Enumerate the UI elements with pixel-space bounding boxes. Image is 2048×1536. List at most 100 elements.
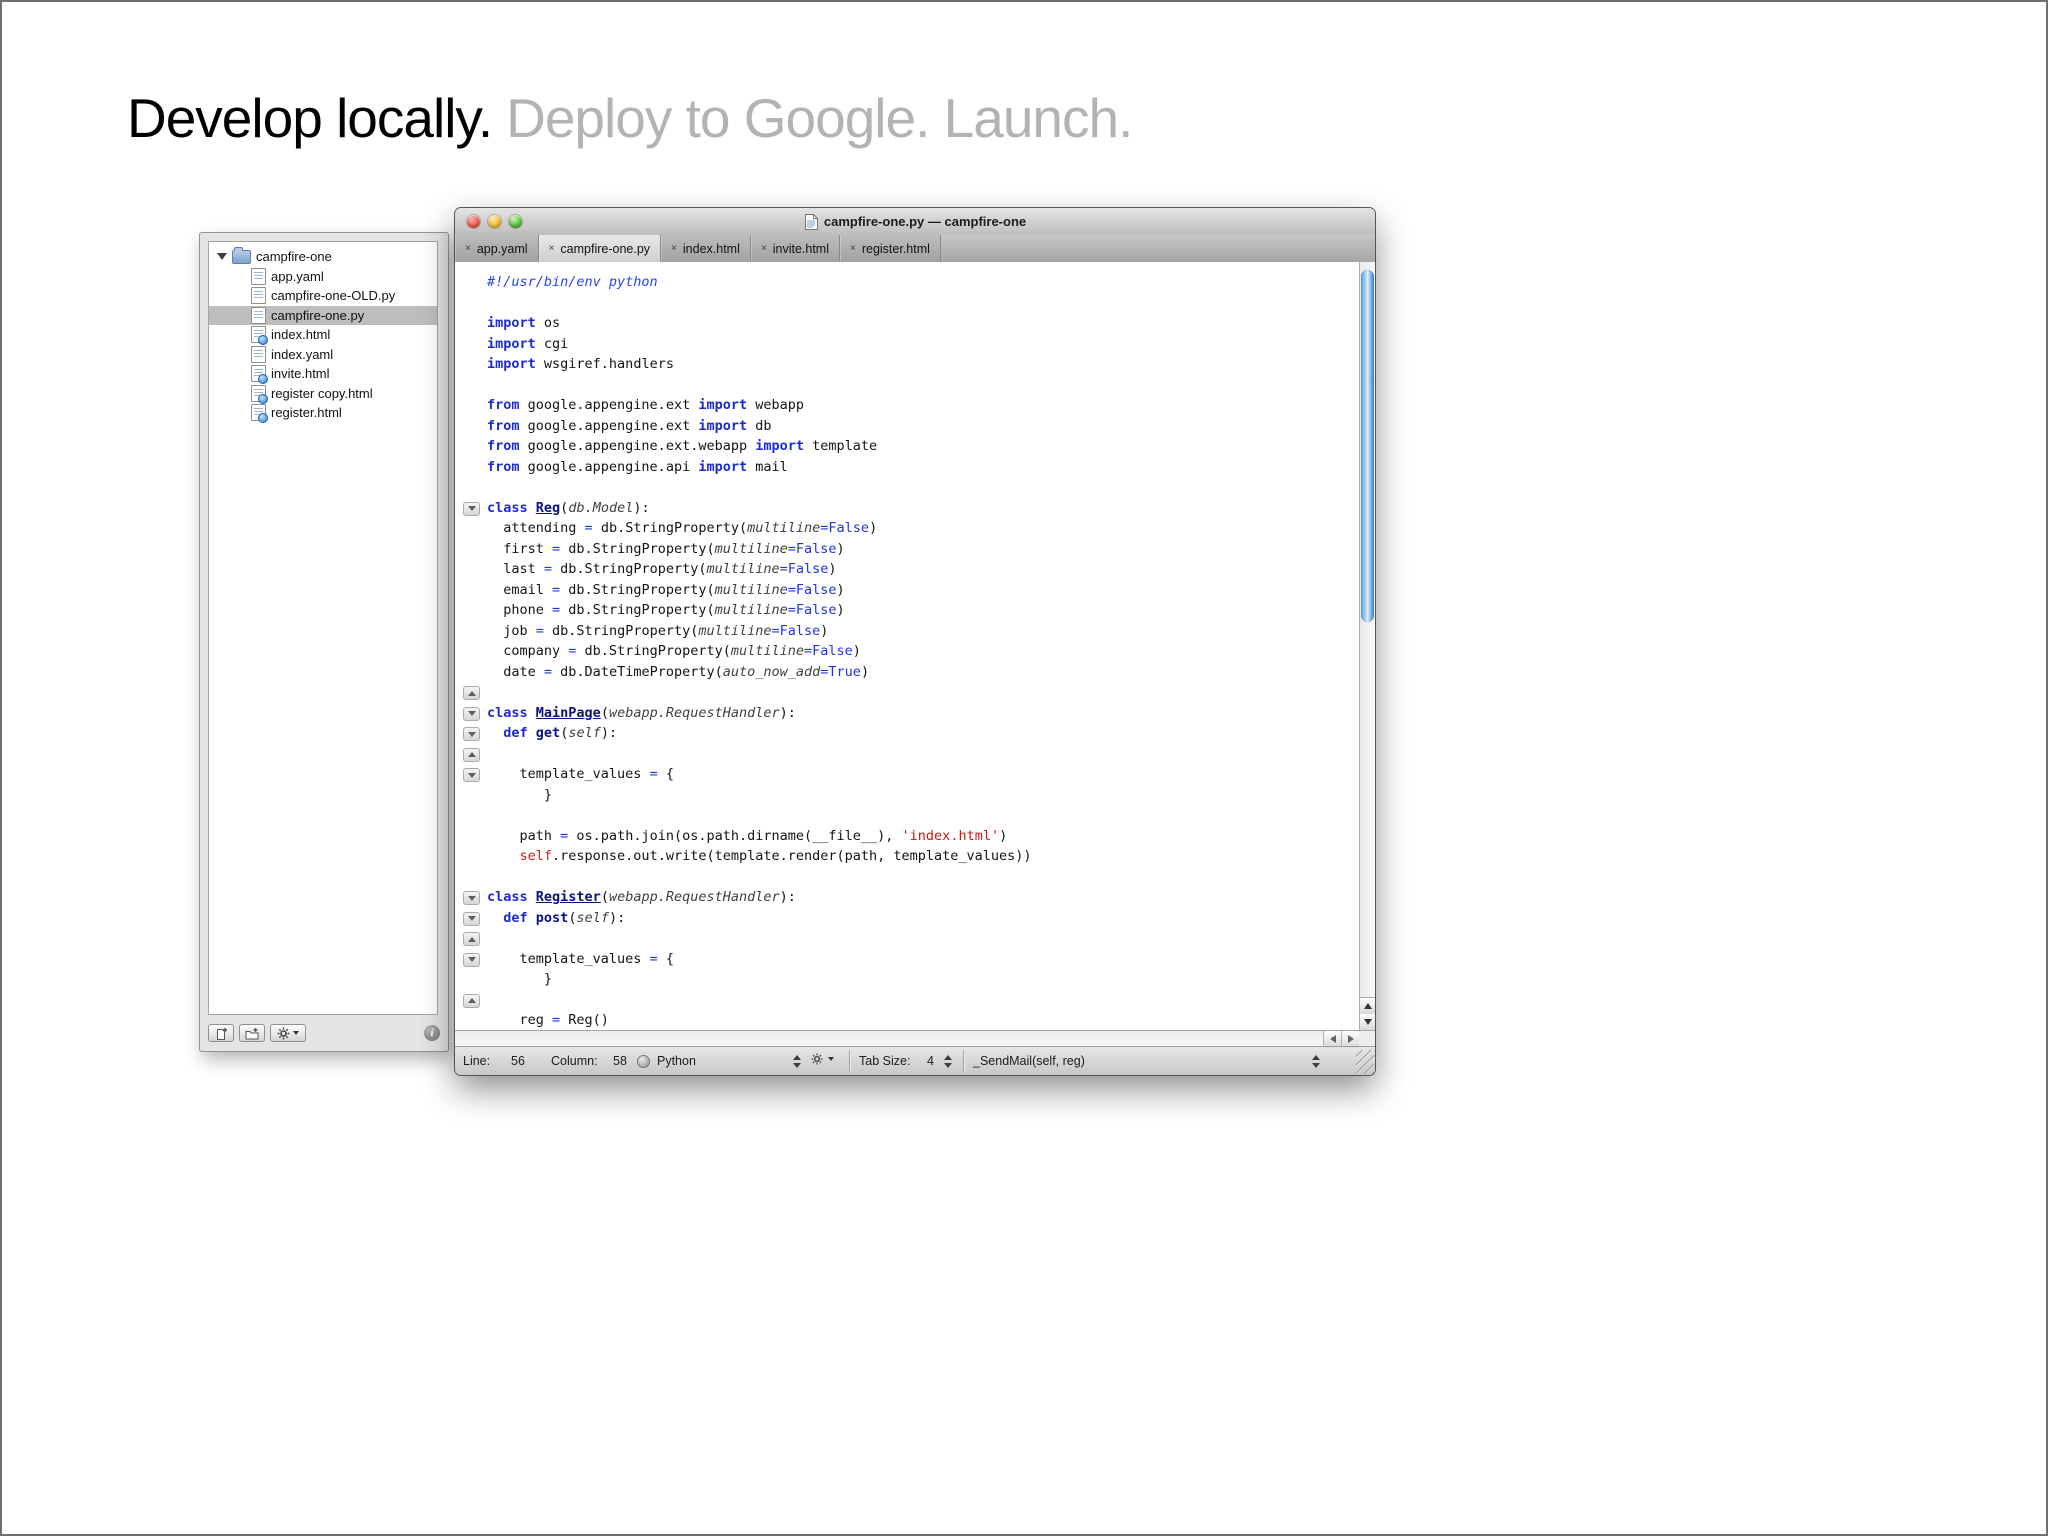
fold-up-icon[interactable] [463,747,480,762]
tab-close-icon[interactable]: × [761,243,767,254]
tab-close-icon[interactable]: × [850,243,856,254]
close-window-button[interactable] [467,215,480,228]
new-folder-button[interactable] [239,1024,265,1042]
disclosure-triangle-icon[interactable] [217,253,227,261]
file-item[interactable]: invite.html [209,364,437,385]
resize-grip-icon[interactable] [1356,1050,1374,1074]
fold-down-icon[interactable] [463,891,480,905]
code-line: job = db.StringProperty(multiline=False) [487,622,829,639]
file-label: index.yaml [271,346,334,362]
language-selector[interactable]: Python [637,1050,803,1072]
file-tree-root[interactable]: campfire-one [209,246,437,267]
tab-invite-html[interactable]: × invite.html [750,235,840,262]
symbol-popup[interactable]: _SendMail(self, reg) [973,1054,1085,1068]
slide-title: Develop locally. Deploy to Google. Launch… [127,86,1133,150]
fold-down-icon[interactable] [463,768,480,782]
file-item[interactable]: index.html [209,325,437,346]
file-label: campfire-one.py [271,307,365,323]
fold-down-icon[interactable] [463,727,480,741]
horizontal-scrollbar[interactable] [455,1030,1359,1046]
scroll-up-button[interactable] [1360,998,1375,1014]
file-item[interactable]: register copy.html [209,384,437,404]
status-bar: Line: 56 Column: 58 Python Tab Size: 4 _… [455,1046,1375,1075]
column-label: Column: [551,1054,598,1068]
code-line: email = db.StringProperty(multiline=Fals… [487,581,845,598]
tab-close-icon[interactable]: × [465,243,471,254]
fold-down-icon[interactable] [463,952,480,967]
tab-close-icon[interactable]: × [549,243,555,254]
stepper-icon[interactable] [792,1054,803,1069]
code-line: first = db.StringProperty(multiline=Fals… [487,540,845,557]
code-line: def post(self): [503,909,626,926]
project-drawer: campfire-one app.yaml campfire-one-OLD.py c… [200,233,448,1051]
tab-size-stepper[interactable] [943,1054,954,1069]
caret-down-icon [293,1031,299,1035]
fold-down-icon[interactable] [463,501,480,516]
line-label: Line: [463,1054,491,1068]
code-line: from google.appengine.ext import webapp [487,397,805,413]
tab-bar: × app.yaml × campfire-one.py × index.html × inv… [455,235,1375,263]
html-file-icon [251,365,268,385]
code-line: template_values = { [487,766,674,782]
slide-title-primary: Develop locally. [127,87,493,149]
scrollbar-thumb[interactable] [1361,270,1374,622]
tab-index-html[interactable]: × index.html [661,235,751,262]
document-file-icon [251,345,266,363]
code-line: company = db.StringProperty(multiline=Fa… [487,643,861,659]
actions-menu-button[interactable] [270,1024,306,1042]
tab-app-yaml[interactable]: × app.yaml [455,235,539,262]
new-file-button[interactable] [208,1024,234,1042]
fold-down-icon[interactable] [463,706,480,721]
new-folder-icon [245,1027,259,1039]
document-file-icon [251,267,266,285]
column-value: 58 [613,1054,627,1068]
code-line: from google.appengine.ext import db [487,417,772,434]
scroll-down-button[interactable] [1360,1014,1375,1030]
scroll-left-button[interactable] [1323,1031,1341,1046]
fold-up-icon[interactable] [463,993,480,1008]
file-item[interactable]: register.html [209,403,437,424]
divider [849,1050,850,1072]
editor-pane[interactable]: #!/usr/bin/env python import os import cg… [455,262,1375,1030]
fold-down-icon[interactable] [463,911,480,926]
info-button[interactable]: i [424,1025,440,1041]
fold-up-icon[interactable] [463,686,480,700]
fold-up-icon[interactable] [463,932,480,946]
minimize-window-button[interactable] [488,215,501,228]
file-label: register.html [271,405,342,421]
file-label: app.yaml [271,268,324,284]
caret-down-icon [828,1057,834,1061]
scroll-right-button[interactable] [1341,1031,1359,1046]
file-label: invite.html [271,366,330,382]
line-value: 56 [511,1054,525,1068]
tab-campfire-one-py[interactable]: × campfire-one.py [538,235,662,262]
vertical-scrollbar[interactable] [1359,262,1375,1030]
file-label: index.html [271,327,331,343]
symbol-stepper[interactable] [1311,1054,1322,1069]
file-item[interactable]: index.yaml [209,345,437,365]
file-item[interactable]: campfire-one-OLD.py [209,286,437,306]
file-item[interactable]: app.yaml [209,267,437,287]
bundle-actions-button[interactable] [811,1053,834,1065]
code-line: last = db.StringProperty(multiline=False… [487,561,837,577]
tab-register-html[interactable]: × register.html [840,235,941,262]
code-line: template_values = { [487,950,674,967]
hscroll-arrows [1323,1031,1359,1046]
tab-close-icon[interactable]: × [671,243,677,254]
file-item[interactable]: campfire-one.py [209,305,437,325]
tab-size-value: 4 [927,1054,934,1068]
python-file-icon [804,213,818,230]
gear-icon [811,1053,823,1065]
language-label: Python [657,1054,696,1068]
html-file-icon [251,326,268,346]
zoom-window-button[interactable] [509,215,522,228]
code-line: class Register(webapp.RequestHandler): [487,889,796,905]
title-bar[interactable]: campfire-one.py — campfire-one [455,208,1375,236]
